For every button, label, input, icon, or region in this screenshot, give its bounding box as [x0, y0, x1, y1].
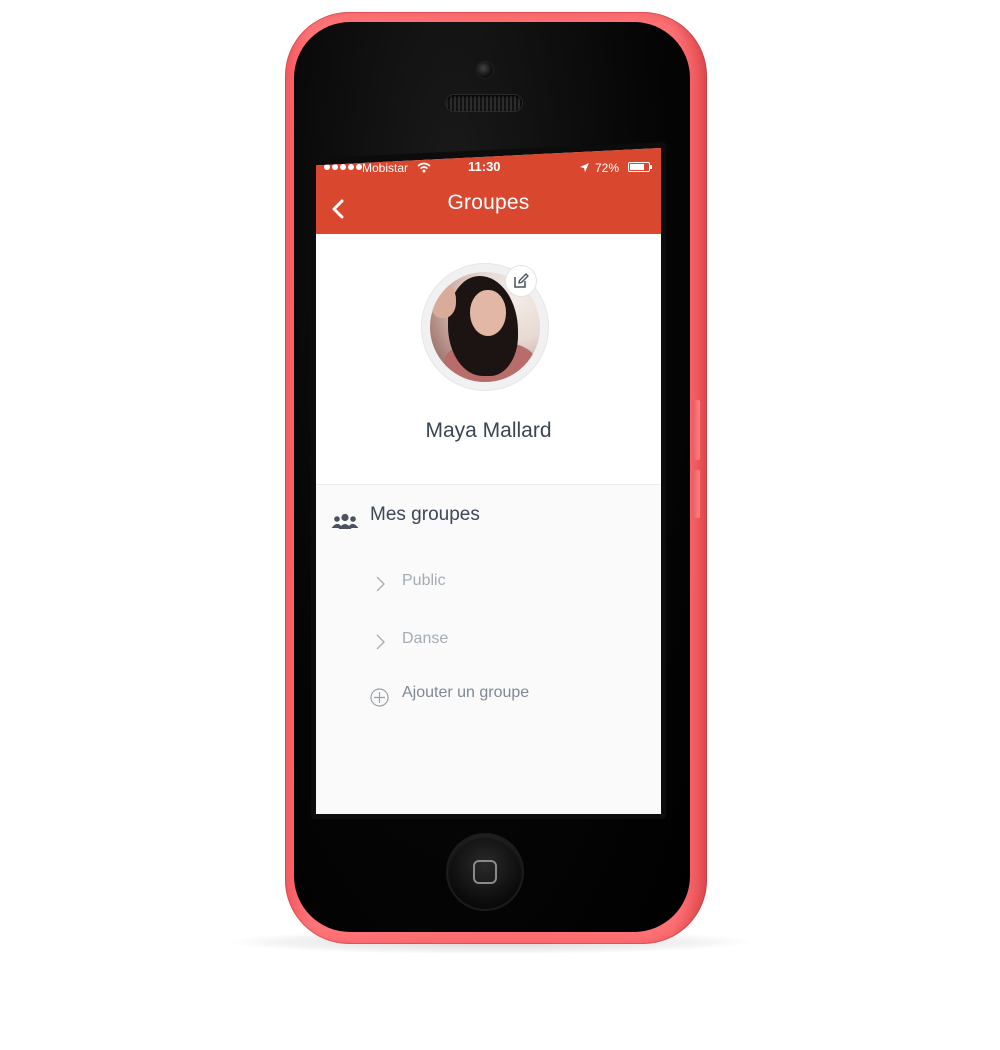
page-title: Groupes — [447, 191, 530, 214]
earpiece-speaker — [446, 95, 522, 111]
groups-section: Mes groupes Public Danse Ajouter un grou… — [316, 488, 661, 814]
status-time: 11:30 — [468, 159, 501, 174]
battery-icon — [628, 162, 652, 172]
volume-button-lower — [694, 470, 700, 518]
add-group-label: Ajouter un groupe — [402, 684, 530, 701]
location-arrow-icon — [580, 163, 589, 172]
group-item-danse[interactable]: Danse — [374, 626, 624, 656]
profile-name: Maya Mallard — [425, 419, 552, 442]
profile-card: Maya Mallard — [316, 234, 661, 485]
section-title: Mes groupes — [370, 504, 480, 525]
group-label: Public — [402, 572, 446, 589]
add-group-button[interactable]: Ajouter un groupe — [370, 683, 630, 713]
home-button[interactable] — [448, 835, 522, 909]
signal-strength-icon — [324, 164, 362, 170]
chevron-right-icon — [376, 576, 385, 592]
volume-button — [694, 400, 700, 460]
edit-icon — [514, 273, 529, 288]
chevron-right-icon — [376, 634, 385, 650]
group-label: Danse — [402, 630, 449, 647]
carrier-name: Mobistar — [362, 161, 409, 175]
edit-avatar-button[interactable] — [506, 266, 536, 296]
front-camera — [477, 62, 493, 78]
group-item-public[interactable]: Public — [374, 568, 624, 598]
home-square-icon — [473, 860, 497, 884]
battery-percent: 72% — [595, 161, 620, 175]
plus-circle-icon — [370, 688, 389, 707]
app-screen: Mobistar 11:30 72% Groupes Maya Mallard … — [316, 148, 661, 814]
wifi-icon — [417, 162, 431, 173]
people-icon — [331, 513, 359, 529]
